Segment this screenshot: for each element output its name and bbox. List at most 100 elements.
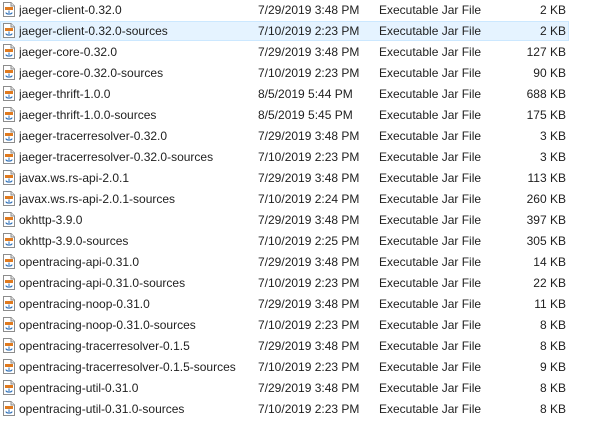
file-name: jaeger-core-0.32.0-sources <box>19 66 164 80</box>
executable-jar-file-icon <box>3 2 15 17</box>
file-size: 8 KB <box>539 402 566 416</box>
file-list: jaeger-client-0.32.0 7/29/2019 3:48 PM E… <box>0 0 592 420</box>
file-date-modified: 7/29/2019 3:48 PM <box>258 339 360 353</box>
executable-jar-file-icon <box>3 338 15 353</box>
file-type: Executable Jar File <box>379 192 482 206</box>
file-name: jaeger-core-0.32.0 <box>19 45 118 59</box>
executable-jar-file-icon <box>3 191 15 206</box>
file-date-modified: 7/10/2019 2:23 PM <box>258 402 360 416</box>
file-name: opentracing-api-0.31.0-sources <box>19 276 186 290</box>
file-row[interactable]: opentracing-tracerresolver-0.1.5 7/29/20… <box>0 336 592 357</box>
file-type: Executable Jar File <box>379 24 482 38</box>
file-type: Executable Jar File <box>379 108 482 122</box>
file-size: 260 KB <box>526 192 566 206</box>
file-name: jaeger-thrift-1.0.0-sources <box>19 108 157 122</box>
file-date-modified: 7/29/2019 3:48 PM <box>258 213 360 227</box>
file-name: opentracing-util-0.31.0 <box>19 381 139 395</box>
file-name: javax.ws.rs-api-2.0.1-sources <box>19 192 176 206</box>
file-date-modified: 7/10/2019 2:24 PM <box>258 192 360 206</box>
file-size: 127 KB <box>526 45 566 59</box>
file-row[interactable]: javax.ws.rs-api-2.0.1-sources 7/10/2019 … <box>0 189 592 210</box>
file-size: 11 KB <box>534 297 566 311</box>
file-name: opentracing-api-0.31.0 <box>19 255 140 269</box>
file-row[interactable]: javax.ws.rs-api-2.0.1 7/29/2019 3:48 PM … <box>0 168 592 189</box>
file-date-modified: 7/29/2019 3:48 PM <box>258 171 360 185</box>
file-row[interactable]: jaeger-client-0.32.0 7/29/2019 3:48 PM E… <box>0 0 592 21</box>
file-row[interactable]: okhttp-3.9.0-sources 7/10/2019 2:25 PM E… <box>0 231 592 252</box>
file-name: jaeger-tracerresolver-0.32.0 <box>19 129 168 143</box>
executable-jar-file-icon <box>3 380 15 395</box>
file-type: Executable Jar File <box>379 171 482 185</box>
file-row[interactable]: okhttp-3.9.0 7/29/2019 3:48 PM Executabl… <box>0 210 592 231</box>
file-name: opentracing-noop-0.31.0-sources <box>19 318 196 332</box>
file-name: jaeger-thrift-1.0.0 <box>19 87 111 101</box>
file-name: okhttp-3.9.0-sources <box>19 234 129 248</box>
file-date-modified: 7/10/2019 2:23 PM <box>258 66 360 80</box>
file-row[interactable]: opentracing-tracerresolver-0.1.5-sources… <box>0 357 592 378</box>
file-type: Executable Jar File <box>379 87 482 101</box>
file-date-modified: 7/10/2019 2:23 PM <box>258 276 360 290</box>
executable-jar-file-icon <box>3 212 15 227</box>
file-name: opentracing-tracerresolver-0.1.5 <box>19 339 190 353</box>
file-name: jaeger-client-0.32.0 <box>19 3 122 17</box>
file-name: javax.ws.rs-api-2.0.1 <box>19 171 130 185</box>
file-type: Executable Jar File <box>379 45 482 59</box>
file-row[interactable]: jaeger-tracerresolver-0.32.0 7/29/2019 3… <box>0 126 592 147</box>
executable-jar-file-icon <box>3 107 15 122</box>
file-size: 90 KB <box>533 66 566 80</box>
file-row[interactable]: opentracing-util-0.31.0 7/29/2019 3:48 P… <box>0 378 592 399</box>
executable-jar-file-icon <box>3 275 15 290</box>
file-type: Executable Jar File <box>379 213 482 227</box>
executable-jar-file-icon <box>3 170 15 185</box>
file-size: 3 KB <box>539 129 566 143</box>
file-size: 22 KB <box>533 276 566 290</box>
file-row[interactable]: jaeger-thrift-1.0.0 8/5/2019 5:44 PM Exe… <box>0 84 592 105</box>
file-name: jaeger-client-0.32.0-sources <box>19 24 168 38</box>
file-row[interactable]: jaeger-thrift-1.0.0-sources 8/5/2019 5:4… <box>0 105 592 126</box>
file-row[interactable]: jaeger-tracerresolver-0.32.0-sources 7/1… <box>0 147 592 168</box>
file-row[interactable]: opentracing-util-0.31.0-sources 7/10/201… <box>0 399 592 420</box>
file-row[interactable]: opentracing-noop-0.31.0 7/29/2019 3:48 P… <box>0 294 592 315</box>
file-type: Executable Jar File <box>379 255 482 269</box>
file-size: 305 KB <box>526 234 566 248</box>
file-type: Executable Jar File <box>379 381 482 395</box>
file-name: jaeger-tracerresolver-0.32.0-sources <box>19 150 214 164</box>
file-date-modified: 7/10/2019 2:23 PM <box>258 318 360 332</box>
file-date-modified: 7/29/2019 3:48 PM <box>258 45 360 59</box>
file-size: 2 KB <box>539 24 566 38</box>
file-date-modified: 7/10/2019 2:23 PM <box>258 150 360 164</box>
file-row[interactable]: opentracing-noop-0.31.0-sources 7/10/201… <box>0 315 592 336</box>
file-date-modified: 7/29/2019 3:48 PM <box>258 129 360 143</box>
file-size: 688 KB <box>526 87 566 101</box>
file-size: 8 KB <box>539 318 566 332</box>
file-type: Executable Jar File <box>379 150 482 164</box>
executable-jar-file-icon <box>3 254 15 269</box>
file-date-modified: 7/29/2019 3:48 PM <box>258 381 360 395</box>
file-date-modified: 7/10/2019 2:25 PM <box>258 234 360 248</box>
file-name: opentracing-util-0.31.0-sources <box>19 402 185 416</box>
file-size: 8 KB <box>539 339 566 353</box>
file-type: Executable Jar File <box>379 66 482 80</box>
executable-jar-file-icon <box>3 128 15 143</box>
file-type: Executable Jar File <box>379 129 482 143</box>
file-row[interactable]: jaeger-core-0.32.0-sources 7/10/2019 2:2… <box>0 63 592 84</box>
file-type: Executable Jar File <box>379 402 482 416</box>
file-type: Executable Jar File <box>379 339 482 353</box>
file-type: Executable Jar File <box>379 297 482 311</box>
file-date-modified: 7/10/2019 2:23 PM <box>258 360 360 374</box>
file-name: opentracing-noop-0.31.0 <box>19 297 150 311</box>
file-row[interactable]: opentracing-api-0.31.0-sources 7/10/2019… <box>0 273 592 294</box>
file-date-modified: 7/29/2019 3:48 PM <box>258 3 360 17</box>
file-type: Executable Jar File <box>379 360 482 374</box>
file-date-modified: 8/5/2019 5:45 PM <box>258 108 353 122</box>
executable-jar-file-icon <box>3 317 15 332</box>
file-row[interactable]: jaeger-core-0.32.0 7/29/2019 3:48 PM Exe… <box>0 42 592 63</box>
executable-jar-file-icon <box>3 296 15 311</box>
file-type: Executable Jar File <box>379 276 482 290</box>
file-type: Executable Jar File <box>379 3 482 17</box>
file-size: 2 KB <box>539 3 566 17</box>
file-type: Executable Jar File <box>379 234 482 248</box>
file-row[interactable]: opentracing-api-0.31.0 7/29/2019 3:48 PM… <box>0 252 592 273</box>
file-row[interactable]: jaeger-client-0.32.0-sources 7/10/2019 2… <box>0 21 592 42</box>
file-date-modified: 7/29/2019 3:48 PM <box>258 297 360 311</box>
